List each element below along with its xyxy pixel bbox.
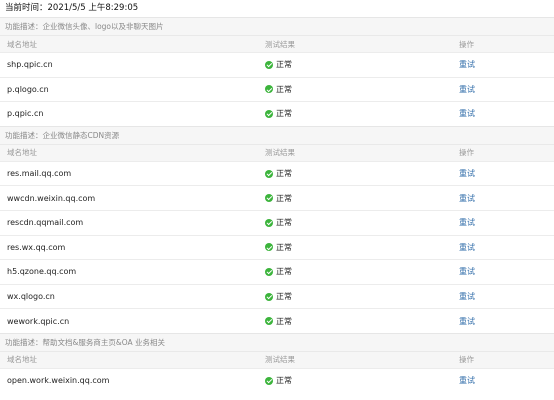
- current-time: 当前时间：2021/5/5 上午8:29:05: [5, 3, 139, 13]
- domain-cell: h5.qzone.qq.com: [7, 267, 77, 277]
- table-row: res.mail.qq.com 正常 重试: [0, 160, 554, 186]
- table-row: wwcdn.weixin.qq.com 正常 重试: [0, 185, 554, 210]
- column-domain: 域名地址: [7, 148, 37, 158]
- check-circle-icon: [265, 194, 273, 203]
- column-domain: 域名地址: [7, 39, 37, 49]
- table-row: wework.qpic.cn 正常 重试: [0, 308, 554, 333]
- column-header: 域名地址 测试结果 操作: [0, 350, 554, 368]
- retry-button[interactable]: 重试: [459, 292, 475, 301]
- status-text: 正常: [276, 84, 292, 94]
- check-circle-icon: [265, 60, 273, 69]
- check-circle-icon: [265, 267, 273, 276]
- check-circle-icon: [265, 243, 273, 252]
- check-circle-icon: [265, 376, 273, 385]
- retry-button[interactable]: 重试: [459, 194, 475, 203]
- retry-button[interactable]: 重试: [459, 376, 475, 385]
- status-text: 正常: [276, 193, 292, 203]
- table-row: p.qlogo.cn 正常 重试: [0, 76, 554, 102]
- status-text: 正常: [276, 218, 292, 228]
- section-description: 功能描述：企业微信头像、logo以及非聊天图片: [0, 17, 554, 35]
- domain-cell: wework.qpic.cn: [7, 316, 70, 326]
- retry-button[interactable]: 重试: [459, 317, 475, 326]
- column-domain: 域名地址: [7, 355, 37, 365]
- retry-button[interactable]: 重试: [459, 85, 475, 94]
- table-row: h5.qzone.qq.com 正常 重试: [0, 259, 554, 284]
- table-row: shp.qpic.cn 正常 重试: [0, 52, 554, 77]
- check-circle-icon: [265, 109, 273, 118]
- column-header: 域名地址 测试结果 操作: [0, 35, 554, 52]
- check-circle-icon: [265, 292, 273, 301]
- status-text: 正常: [276, 242, 292, 252]
- domain-cell: wx.qlogo.cn: [7, 292, 55, 302]
- status-text: 正常: [276, 376, 292, 386]
- column-action: 操作: [459, 148, 474, 158]
- status-text: 正常: [276, 169, 292, 179]
- check-circle-icon: [265, 218, 273, 227]
- column-result: 测试结果: [265, 148, 295, 158]
- check-circle-icon: [265, 85, 273, 94]
- table-row: res.wx.qq.com 正常 重试: [0, 234, 554, 260]
- status-text: 正常: [276, 316, 292, 326]
- section-description: 功能描述：企业微信静态CDN资源: [0, 125, 554, 144]
- domain-cell: open.work.weixin.qq.com: [7, 376, 110, 386]
- status-text: 正常: [276, 60, 292, 70]
- section-description: 功能描述：帮助文档&服务商主页&OA 业务相关: [0, 332, 554, 351]
- domain-cell: res.wx.qq.com: [7, 242, 66, 252]
- status-text: 正常: [276, 267, 292, 277]
- column-result: 测试结果: [265, 39, 295, 49]
- column-action: 操作: [459, 355, 474, 365]
- check-circle-icon: [265, 317, 273, 326]
- domain-cell: shp.qpic.cn: [7, 60, 53, 70]
- domain-cell: wwcdn.weixin.qq.com: [7, 193, 96, 203]
- domain-cell: p.qlogo.cn: [7, 84, 49, 94]
- table-row: wx.qlogo.cn 正常 重试: [0, 283, 554, 309]
- retry-button[interactable]: 重试: [459, 109, 475, 118]
- table-row: p.qpic.cn 正常 重试: [0, 101, 554, 126]
- retry-button[interactable]: 重试: [459, 218, 475, 227]
- domain-cell: p.qpic.cn: [7, 109, 44, 119]
- table-row: open.work.weixin.qq.com 正常 重试: [0, 367, 554, 393]
- table-row: rescdn.qqmail.com 正常 重试: [0, 209, 554, 235]
- domain-cell: res.mail.qq.com: [7, 169, 72, 179]
- column-result: 测试结果: [265, 355, 295, 365]
- retry-button[interactable]: 重试: [459, 267, 475, 276]
- column-header: 域名地址 测试结果 操作: [0, 143, 554, 161]
- retry-button[interactable]: 重试: [459, 243, 475, 252]
- column-action: 操作: [459, 39, 474, 49]
- domain-cell: rescdn.qqmail.com: [7, 218, 84, 228]
- check-circle-icon: [265, 169, 273, 178]
- retry-button[interactable]: 重试: [459, 60, 475, 69]
- status-text: 正常: [276, 292, 292, 302]
- status-text: 正常: [276, 109, 292, 119]
- retry-button[interactable]: 重试: [459, 169, 475, 178]
